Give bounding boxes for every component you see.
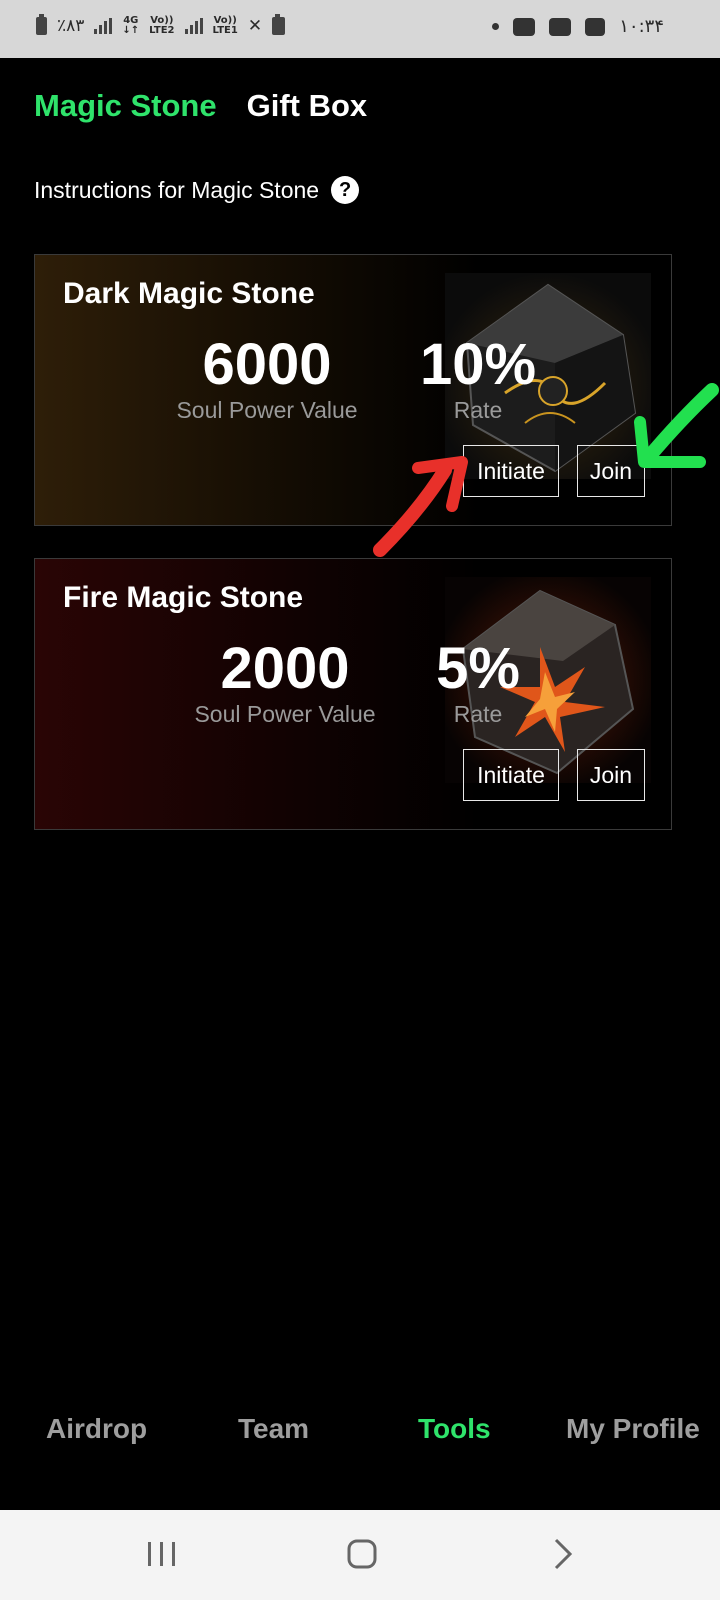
instructions-label: Instructions for Magic Stone [34,176,320,203]
rate-stat: 10% Rate [411,335,545,424]
instructions-link[interactable]: Instructions for Magic Stone ? [34,176,360,204]
lte2-label: Vo)) LTE2 [149,15,175,36]
fire-magic-stone-card: Fire Magic Stone 2000 Soul Power Value 5… [34,558,672,830]
system-nav-bar [0,1510,720,1600]
signal-icon [94,18,113,34]
join-button[interactable]: Join [577,445,645,497]
clock: ۱۰:۳۴ [619,16,664,37]
tab-magic-stone[interactable]: Magic Stone [34,88,217,124]
soul-power-label: Soul Power Value [176,397,358,423]
initiate-button[interactable]: Initiate [463,445,559,497]
nav-tools[interactable]: Tools [412,1412,497,1446]
nav-airdrop[interactable]: Airdrop [40,1412,153,1446]
recent-apps-icon[interactable] [142,1534,182,1574]
soul-power-label: Soul Power Value [194,701,376,727]
stone-title: Fire Magic Stone [63,581,304,614]
signal-icon-2 [184,18,203,34]
soul-power-value: 6000 [202,332,332,397]
home-icon[interactable] [342,1534,382,1574]
soul-power-stat: 2000 Soul Power Value [187,639,383,728]
back-icon[interactable] [542,1534,582,1574]
battery-icon [36,14,47,35]
battery-percent: ٪۸۳ [57,16,85,36]
game-icon [513,17,536,36]
rate-label: Rate [453,397,503,423]
tab-gift-box[interactable]: Gift Box [247,88,368,124]
rate-stat: 5% Rate [427,639,529,728]
notification-dot-icon [492,23,500,30]
top-tabs: Magic Stone Gift Box [34,88,367,124]
network-4g-label: 4G ↓↑ [122,15,140,36]
dark-magic-stone-card: Dark Magic Stone 6000 Soul Power Value 1… [34,254,672,526]
gallery-icon [585,17,606,36]
join-button[interactable]: Join [577,749,645,801]
stone-title: Dark Magic Stone [63,277,315,310]
rate-value: 10% [419,332,537,397]
nav-team[interactable]: Team [232,1412,315,1446]
soul-power-stat: 6000 Soul Power Value [169,335,365,424]
help-icon[interactable]: ? [331,176,360,204]
bottom-nav: Airdrop Team Tools My Profile [0,1412,720,1468]
nav-my-profile[interactable]: My Profile [560,1412,706,1446]
status-bar: ٪۸۳ 4G ↓↑ Vo)) LTE2 Vo)) LTE1 ✕ ۱۰:۳۴ [0,0,720,58]
battery-saver-icon [272,14,286,35]
initiate-button[interactable]: Initiate [463,749,559,801]
meet-icon [549,17,572,36]
mute-icon: ✕ [247,16,263,36]
rate-label: Rate [453,701,503,727]
rate-value: 5% [436,636,520,701]
lte1-label: Vo)) LTE1 [212,15,238,36]
soul-power-value: 2000 [220,636,350,701]
